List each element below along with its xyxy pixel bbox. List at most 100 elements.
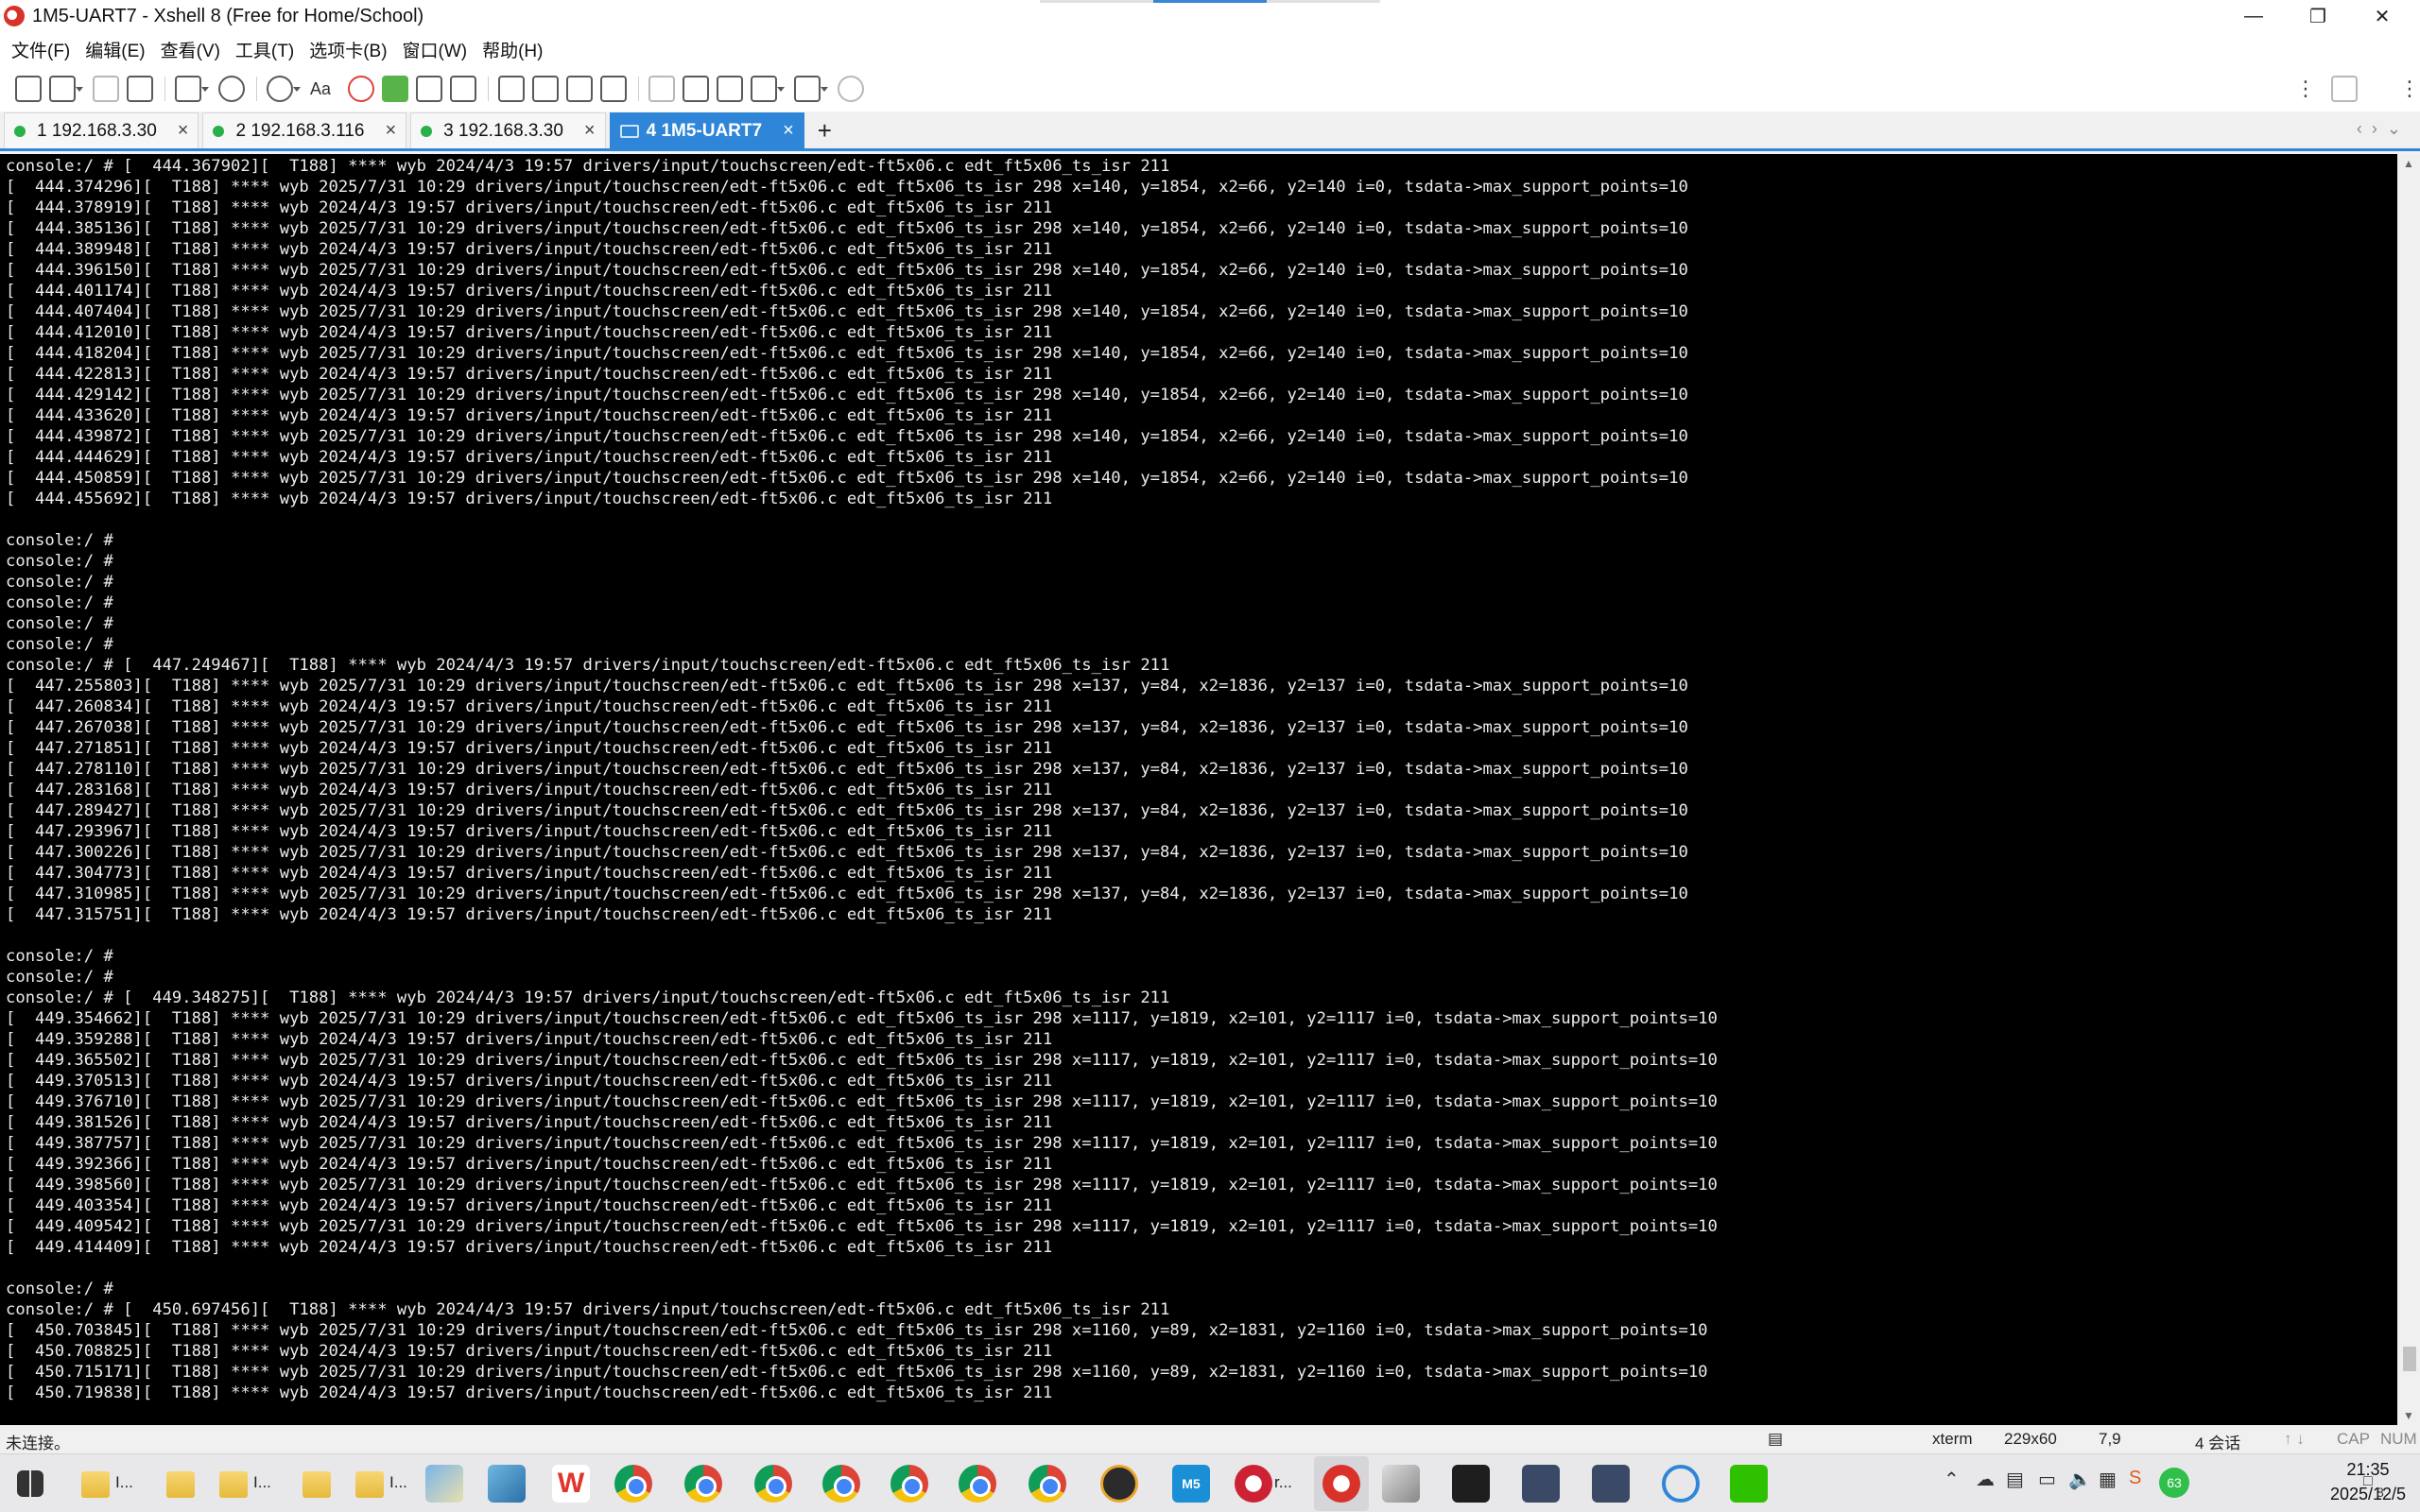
terminal-line: console:/ # xyxy=(6,614,113,633)
tab-session-2[interactable]: 2 192.168.3.116 × xyxy=(202,112,407,148)
terminal-line: [ 444.422813][ T188] **** wyb 2024/4/3 1… xyxy=(6,365,1053,384)
md5-icon[interactable]: M5 xyxy=(1172,1465,1210,1503)
close-icon[interactable]: × xyxy=(783,120,794,142)
chrome-icon[interactable] xyxy=(754,1465,792,1503)
menu-file[interactable]: 文件(F) xyxy=(11,37,70,62)
overflow-icon[interactable]: ⋮ xyxy=(2399,66,2420,112)
folder-icon[interactable] xyxy=(302,1471,331,1498)
xshell-active-icon[interactable] xyxy=(1322,1465,1360,1503)
globe-icon[interactable] xyxy=(267,76,301,102)
close-icon[interactable]: × xyxy=(178,120,189,142)
menu-edit[interactable]: 编辑(E) xyxy=(85,37,145,62)
terminal-output[interactable]: console:/ # [ 444.367902][ T188] **** wy… xyxy=(0,154,2397,1425)
close-icon[interactable]: × xyxy=(385,120,396,142)
sogou-icon[interactable]: S xyxy=(2129,1468,2141,1489)
folder-icon[interactable] xyxy=(81,1471,110,1498)
chat-app-icon[interactable] xyxy=(1662,1465,1700,1503)
fullscreen-icon[interactable] xyxy=(416,76,443,102)
tab-session-1[interactable]: 1 192.168.3.30 × xyxy=(4,112,199,148)
new-session-icon[interactable] xyxy=(15,76,42,102)
input-method-icon[interactable]: ▦ xyxy=(2099,1468,2117,1491)
tray-expand-icon[interactable]: ⌃ xyxy=(1944,1468,1960,1491)
disconnect-icon[interactable] xyxy=(93,76,119,102)
chrome-icon[interactable] xyxy=(822,1465,860,1503)
tab-session-4[interactable]: 4 1M5-UART7 × xyxy=(609,112,804,148)
notepad-icon[interactable] xyxy=(488,1465,526,1503)
terminal-line: console:/ # xyxy=(6,593,113,612)
terminal-line: console:/ # xyxy=(6,635,113,654)
folder-icon[interactable] xyxy=(219,1471,248,1498)
tab-navigation-icon[interactable]: ‹›⌄ xyxy=(2357,119,2411,139)
tab-label: 2 192.168.3.116 xyxy=(235,120,365,141)
folder-icon[interactable] xyxy=(166,1471,195,1498)
notification-icon[interactable]: □ xyxy=(2363,1473,2373,1490)
chat-icon[interactable] xyxy=(838,76,865,102)
close-icon[interactable]: ✕ xyxy=(2350,0,2414,32)
virtualbox-icon[interactable] xyxy=(1522,1465,1560,1503)
scroll-up-icon[interactable]: ▲ xyxy=(2397,154,2420,173)
font-button[interactable]: Aa xyxy=(310,79,331,99)
log-icon[interactable] xyxy=(717,76,744,102)
terminal-line: [ 444.385136][ T188] **** wyb 2025/7/31 … xyxy=(6,219,1688,238)
wechat-icon[interactable] xyxy=(1730,1465,1768,1503)
menu-help[interactable]: 帮助(H) xyxy=(482,37,543,62)
send-icon[interactable] xyxy=(648,76,676,102)
title-bar-decoration xyxy=(1040,0,1380,3)
terminal-icon[interactable] xyxy=(1452,1465,1490,1503)
taskbar-label: r... xyxy=(1274,1473,1292,1491)
new-tab-icon[interactable] xyxy=(175,76,209,102)
wps-icon[interactable]: W xyxy=(552,1465,590,1503)
chrome-icon[interactable] xyxy=(890,1465,928,1503)
close-icon[interactable]: × xyxy=(584,120,596,142)
terminal-line: [ 444.444629][ T188] **** wyb 2024/4/3 1… xyxy=(6,448,1053,467)
scroll-down-icon[interactable]: ▼ xyxy=(2397,1406,2420,1425)
chrome-icon[interactable] xyxy=(959,1465,996,1503)
taskbar-label: I... xyxy=(389,1473,407,1491)
tray-app-icon[interactable]: ☁ xyxy=(1976,1468,1995,1491)
pin-icon[interactable] xyxy=(2331,66,2365,112)
more-icon[interactable]: ⋮ xyxy=(2295,66,2316,112)
folder-icon[interactable] xyxy=(355,1471,384,1498)
paint-icon[interactable] xyxy=(425,1465,463,1503)
session-count: 4 会话 xyxy=(2195,1435,2241,1452)
script-icon[interactable] xyxy=(532,76,560,102)
windows-start-icon[interactable] xyxy=(17,1470,43,1497)
volume-icon[interactable]: 🔈 xyxy=(2068,1468,2092,1491)
xmanager-icon[interactable] xyxy=(382,76,409,102)
menu-tabs[interactable]: 选项卡(B) xyxy=(309,37,387,62)
open-session-icon[interactable] xyxy=(49,76,83,102)
add-tab-button[interactable]: + xyxy=(818,112,832,148)
scrollbar-thumb[interactable] xyxy=(2403,1347,2416,1371)
tools-icon[interactable] xyxy=(1382,1465,1420,1503)
tray-badge[interactable]: 63 xyxy=(2159,1468,2189,1498)
transfer-icon[interactable] xyxy=(566,76,594,102)
chrome-icon[interactable] xyxy=(1028,1465,1066,1503)
terminal-line: [ 447.315751][ T188] **** wyb 2024/4/3 1… xyxy=(6,905,1053,924)
tunnel-icon[interactable] xyxy=(751,76,786,102)
xftp-icon[interactable] xyxy=(348,76,375,102)
reconnect-icon[interactable] xyxy=(127,76,153,102)
lock-icon[interactable] xyxy=(450,76,477,102)
network-icon[interactable]: ▤ xyxy=(2006,1468,2024,1491)
terminal-line: [ 447.271851][ T188] **** wyb 2024/4/3 1… xyxy=(6,739,1053,758)
tab-session-3[interactable]: 3 192.168.3.30 × xyxy=(410,112,606,148)
compose-icon[interactable] xyxy=(600,76,628,102)
menu-window[interactable]: 窗口(W) xyxy=(403,37,468,62)
terminal-line: [ 444.378919][ T188] **** wyb 2024/4/3 1… xyxy=(6,198,1053,217)
restore-icon[interactable]: ❐ xyxy=(2286,0,2350,32)
menu-view[interactable]: 查看(V) xyxy=(161,37,220,62)
xshell-taskbar-icon[interactable] xyxy=(1235,1465,1272,1503)
layout-icon[interactable] xyxy=(794,76,829,102)
chrome-icon[interactable] xyxy=(684,1465,722,1503)
keyboard-icon[interactable] xyxy=(498,76,526,102)
record-icon[interactable] xyxy=(683,76,710,102)
menu-tools[interactable]: 工具(T) xyxy=(235,37,294,62)
virtualbox-icon[interactable] xyxy=(1592,1465,1630,1503)
battery-icon[interactable]: ▭ xyxy=(2038,1468,2056,1491)
chrome-icon[interactable] xyxy=(614,1465,652,1503)
terminal-line: [ 444.450859][ T188] **** wyb 2025/7/31 … xyxy=(6,469,1688,488)
terminal-scrollbar[interactable]: ▲ ▼ xyxy=(2397,154,2420,1425)
ultraedit-icon[interactable] xyxy=(1100,1465,1138,1503)
search-icon[interactable] xyxy=(218,76,245,102)
minimize-icon[interactable]: — xyxy=(2221,0,2286,32)
